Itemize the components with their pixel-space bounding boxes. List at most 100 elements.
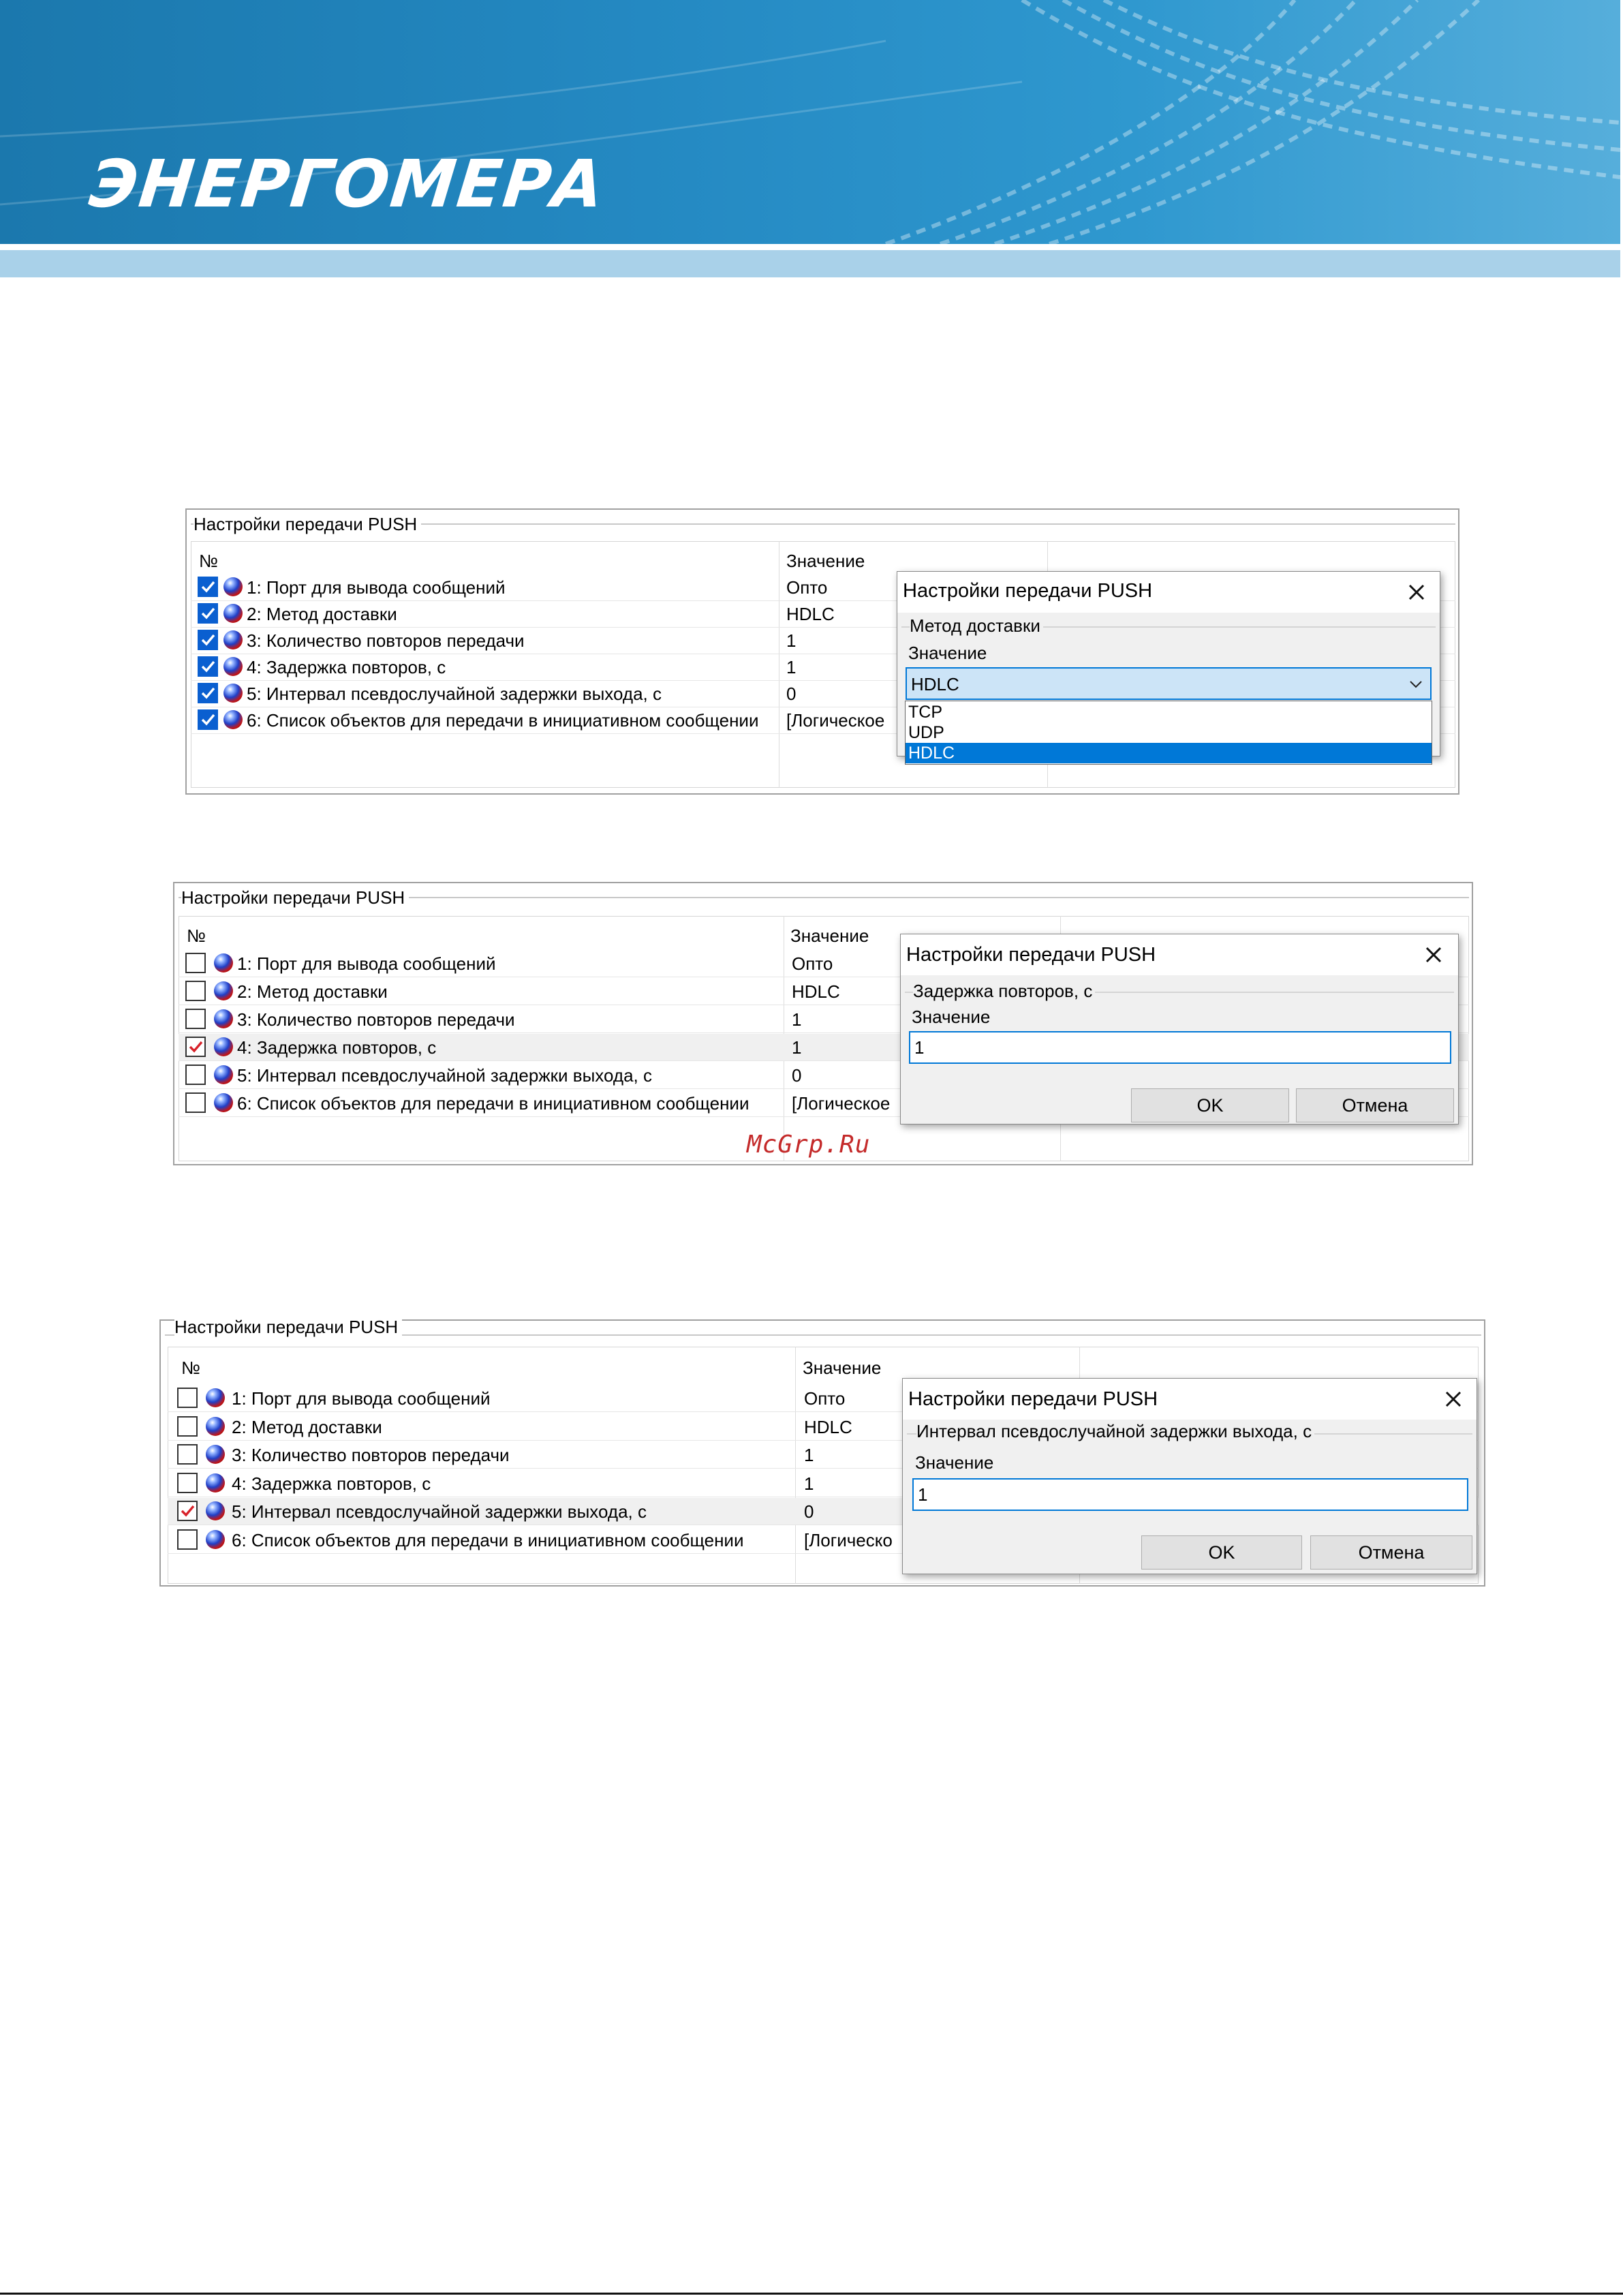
row-checkbox[interactable] [198,656,218,677]
row-label: 1: Порт для вывода сообщений [232,1388,491,1409]
row-checkbox[interactable] [198,603,218,624]
row-label: 2: Метод доставки [247,604,397,624]
cancel-button[interactable]: Отмена [1296,1088,1454,1122]
row-value[interactable]: [Логическое [786,710,884,731]
panel-title: Настройки передачи PUSH [174,1317,403,1338]
row-label: 5: Интервал псевдослучайной задержки вых… [247,684,662,704]
row-checkbox[interactable] [177,1388,198,1408]
option-hdlc[interactable]: HDLC [906,743,1432,763]
row-label: 2: Метод доставки [237,981,388,1002]
dialog-group-label: Метод доставки [910,615,1043,637]
panel-title: Настройки передачи PUSH [194,514,422,535]
row-value[interactable]: 1 [804,1445,814,1466]
parameter-status-icon [214,1065,233,1084]
push-settings-dialog: Настройки передачи PUSH Интервал псевдос… [902,1378,1477,1574]
row-label: 4: Задержка повторов, с [232,1473,431,1494]
ok-button[interactable]: OK [1141,1535,1302,1570]
row-checkbox[interactable] [185,1009,206,1029]
parameter-status-icon [223,577,243,596]
checkmark-icon [201,607,215,619]
parameter-status-icon [206,1473,225,1493]
row-checkbox[interactable] [198,630,218,650]
row-checkbox[interactable] [185,1092,206,1113]
row-value[interactable]: 1 [792,1037,801,1058]
checkmark-icon [181,1505,195,1517]
row-label: 5: Интервал псевдослучайной задержки вых… [232,1501,647,1522]
checkmark-icon [201,660,215,673]
row-checkbox[interactable] [185,981,206,1001]
row-value[interactable]: 0 [804,1501,814,1522]
row-checkbox[interactable] [198,709,218,730]
parameter-status-icon [223,630,243,649]
value-field-label: Значение [912,1007,991,1027]
row-checkbox[interactable] [177,1415,198,1437]
row-checkbox[interactable] [185,1065,206,1085]
row-value[interactable]: [Логическое [792,1093,890,1114]
row-label: 3: Количество повторов передачи [247,630,525,651]
parameter-status-icon [214,1093,233,1112]
row-value[interactable]: 0 [786,684,796,705]
row-checkbox[interactable] [177,1529,198,1550]
row-checkbox[interactable] [198,683,218,703]
row-value[interactable]: 1 [804,1473,814,1495]
brand-logo: ЭНЕРГОМЕРА [86,146,609,222]
close-icon[interactable] [1421,943,1446,967]
row-label: 6: Список объектов для передачи в инициа… [237,1093,749,1114]
parameter-status-icon [206,1445,225,1464]
column-header-no[interactable]: № [181,1358,200,1379]
close-icon[interactable] [1441,1387,1466,1411]
row-checkbox[interactable] [177,1472,198,1493]
parameter-status-icon [223,604,243,623]
column-header-no[interactable]: № [199,551,218,572]
row-value[interactable]: 0 [792,1065,801,1086]
row-value[interactable]: Опто [804,1388,845,1409]
row-checkbox[interactable] [185,953,206,973]
value-input[interactable]: 1 [912,1478,1468,1511]
parameter-status-icon [214,981,233,1000]
value-field-label: Значение [915,1452,994,1473]
row-value[interactable]: [Логическо [804,1530,893,1551]
delivery-method-select[interactable]: HDLC [906,667,1432,700]
row-value[interactable]: Опто [792,953,833,975]
parameter-status-icon [206,1416,225,1436]
row-label: 1: Порт для вывода сообщений [237,953,496,974]
row-value[interactable]: 1 [786,630,796,652]
column-header-value[interactable]: Значение [790,925,869,947]
row-value[interactable]: 1 [792,1009,801,1030]
row-checkbox[interactable] [198,577,218,597]
push-settings-dialog: Настройки передачи PUSH Задержка повторо… [900,934,1459,1124]
column-header-value[interactable]: Значение [803,1358,881,1379]
dialog-title: Настройки передачи PUSH [906,944,1156,966]
row-label: 1: Порт для вывода сообщений [247,577,506,598]
watermark: McGrp.Ru [747,1131,871,1159]
row-label: 5: Интервал псевдослучайной задержки вых… [237,1065,652,1086]
row-value[interactable]: HDLC [804,1417,852,1438]
row-checkbox[interactable] [185,1037,206,1057]
option-tcp[interactable]: TCP [906,702,1432,722]
column-header-value[interactable]: Значение [786,551,865,572]
ok-button[interactable]: OK [1131,1088,1289,1122]
checkmark-icon [201,634,215,646]
value-field-label: Значение [908,643,987,663]
row-label: 4: Задержка повторов, с [247,657,446,677]
parameter-status-icon [206,1388,225,1407]
banner-strip [0,250,1620,277]
row-checkbox[interactable] [177,1501,198,1521]
value-input[interactable]: 1 [909,1031,1451,1064]
row-value[interactable]: 1 [786,657,796,678]
column-header-no[interactable]: № [187,925,206,947]
parameter-status-icon [206,1501,225,1520]
checkmark-icon [201,581,215,593]
row-value[interactable]: HDLC [786,604,835,625]
option-udp[interactable]: UDP [906,722,1432,743]
row-value[interactable]: Опто [786,577,827,598]
row-label: 6: Список объектов для передачи в инициа… [247,710,759,731]
checkmark-icon [201,714,215,726]
select-value: HDLC [911,674,959,694]
row-value[interactable]: HDLC [792,981,840,1002]
parameter-status-icon [223,684,243,703]
row-checkbox[interactable] [177,1444,198,1465]
cancel-button[interactable]: Отмена [1310,1535,1472,1570]
close-icon[interactable] [1404,580,1429,604]
parameter-status-icon [214,1009,233,1028]
